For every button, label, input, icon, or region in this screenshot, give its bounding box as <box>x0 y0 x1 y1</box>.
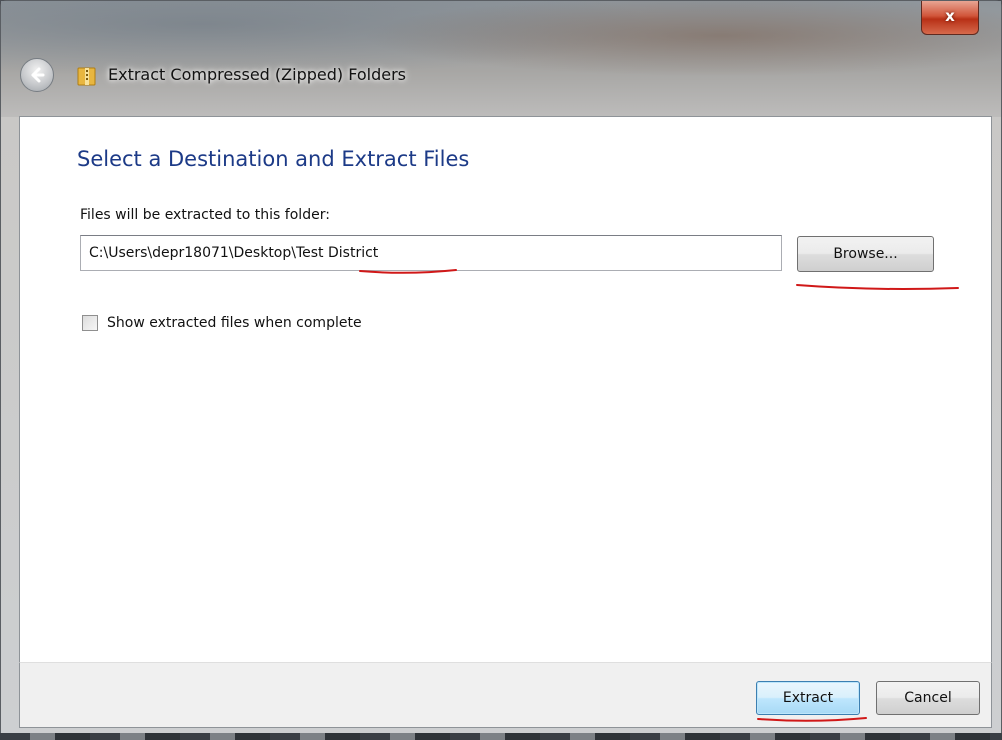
extract-button[interactable]: Extract <box>756 681 860 715</box>
back-button[interactable] <box>20 58 54 92</box>
title-bar: x Extract Compressed (Zipped) Folders <box>1 1 1001 117</box>
show-files-checkbox[interactable] <box>82 315 98 331</box>
zipped-folder-icon <box>77 67 96 86</box>
close-button[interactable]: x <box>921 1 979 35</box>
dialog-window: x Extract Compressed (Zipped) Folders Se… <box>0 0 1002 735</box>
wizard-content: Select a Destination and Extract Files F… <box>19 116 992 662</box>
back-arrow-icon <box>31 67 45 83</box>
close-icon: x <box>945 7 955 25</box>
button-bar: Extract Cancel <box>19 662 992 728</box>
destination-label: Files will be extracted to this folder: <box>80 207 330 223</box>
red-annotation-underline <box>757 717 867 722</box>
red-annotation-underline <box>796 284 959 290</box>
taskbar-edge <box>0 733 1002 740</box>
cancel-button[interactable]: Cancel <box>876 681 980 715</box>
destination-path-input[interactable] <box>80 235 782 271</box>
show-files-option[interactable]: Show extracted files when complete <box>82 315 362 331</box>
page-title: Select a Destination and Extract Files <box>77 147 470 171</box>
browse-button[interactable]: Browse... <box>797 236 934 272</box>
show-files-label[interactable]: Show extracted files when complete <box>107 315 362 331</box>
red-annotation-underline <box>359 269 457 274</box>
window-title: Extract Compressed (Zipped) Folders <box>108 65 406 84</box>
